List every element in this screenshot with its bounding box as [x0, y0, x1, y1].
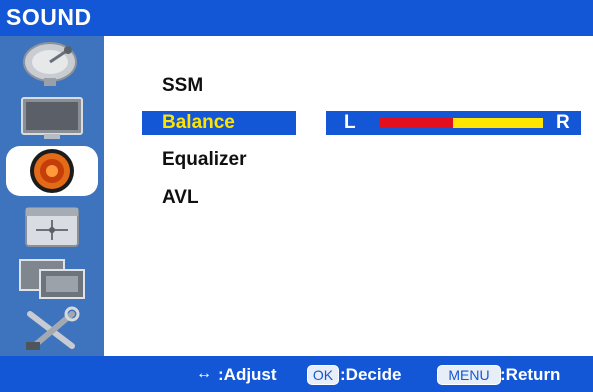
- speaker-icon[interactable]: [6, 146, 98, 196]
- picture-tv-icon[interactable]: [6, 92, 98, 142]
- adjust-hint: :Adjust: [218, 365, 277, 384]
- menu-item-avl[interactable]: AVL: [162, 186, 252, 210]
- key-help-bar: ↔ :Adjust OK :Decide MENU :Return: [0, 356, 593, 392]
- menu-title: SOUND: [6, 4, 92, 30]
- menu-item-ssm[interactable]: SSM: [162, 74, 252, 98]
- balance-left-fill: [379, 118, 453, 128]
- balance-slider[interactable]: L R: [326, 111, 581, 135]
- menu-item-balance-label: Balance: [162, 112, 235, 133]
- title-bar: SOUND: [0, 0, 593, 36]
- category-sidebar: [0, 36, 104, 356]
- menu-item-equalizer[interactable]: Equalizer: [162, 148, 282, 172]
- monitor-screen-icon[interactable]: [6, 254, 98, 304]
- clock-calendar-icon[interactable]: [6, 200, 98, 252]
- return-hint: :Return: [500, 365, 561, 384]
- decide-hint: :Decide: [340, 365, 402, 384]
- satellite-dish-icon[interactable]: [6, 40, 98, 88]
- menu-item-balance[interactable]: Balance: [142, 111, 296, 135]
- ok-key-icon: OK: [307, 365, 339, 385]
- sound-settings-list: SSM Balance Equalizer AVL: [106, 36, 593, 356]
- balance-bar[interactable]: [379, 118, 543, 128]
- left-right-arrows-icon: ↔: [196, 365, 212, 382]
- balance-left-label: L: [344, 112, 356, 133]
- tools-setup-icon[interactable]: [6, 306, 98, 354]
- sound-osd-menu: SOUND SSM Balance Equalizer AVL L R ↔:A…: [0, 0, 593, 392]
- balance-right-label: R: [556, 112, 570, 133]
- menu-key-icon: MENU: [437, 365, 501, 385]
